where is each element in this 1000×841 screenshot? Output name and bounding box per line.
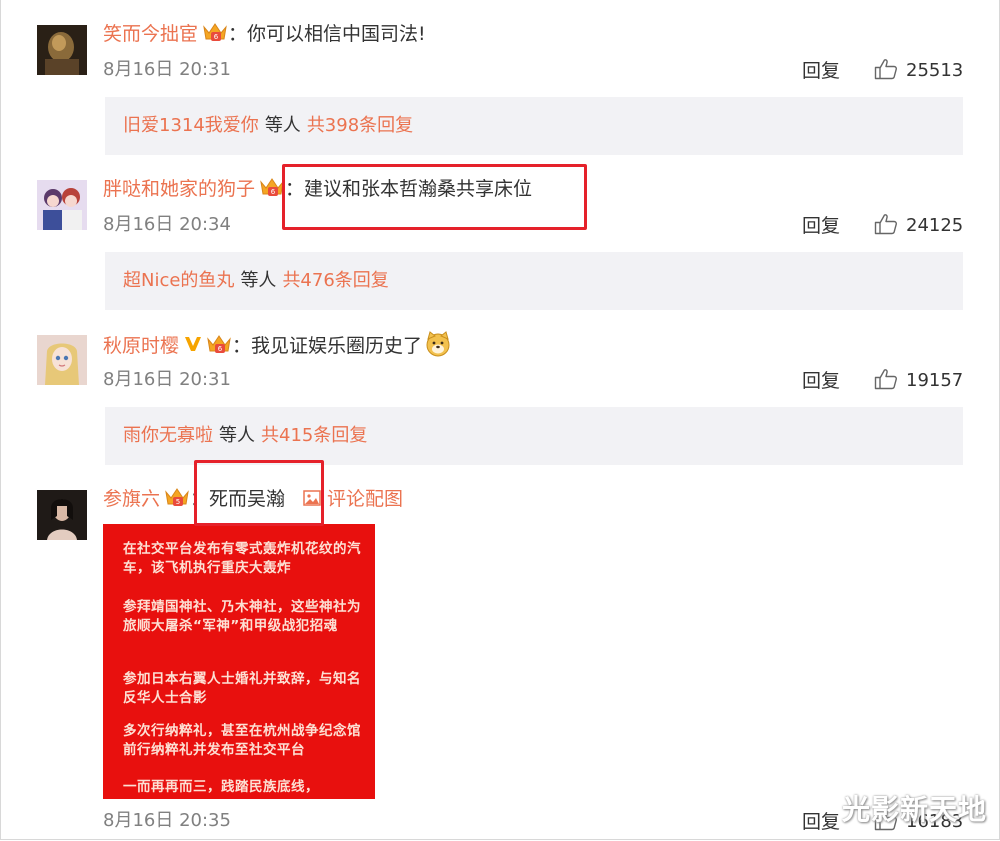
comment-picture-label: 评论配图 (327, 488, 404, 510)
username-link[interactable]: 参旗六 (103, 488, 160, 510)
like-button[interactable]: 24125 (874, 213, 963, 239)
image-text-line: 多次行纳粹礼，甚至在杭州战争纪念馆前行纳粹礼并发布至社交平台 (123, 723, 361, 758)
highlight-box (282, 164, 587, 230)
crown-badge-icon: 5 (164, 486, 190, 508)
reply-summary-user[interactable]: 雨你无寡啦 (123, 425, 213, 446)
image-text-line: 在社交平台发布有零式轰炸机花纹的汽车，该飞机执行重庆大轰炸 (123, 541, 361, 576)
like-count: 19157 (906, 370, 964, 391)
reply-summary[interactable]: 超Nice的鱼丸 等人 共476条回复 (105, 252, 963, 310)
avatar[interactable] (37, 25, 87, 75)
like-count: 25513 (906, 60, 964, 81)
reply-summary-mid: 等人 (240, 270, 277, 291)
colon-separator: ： (228, 23, 248, 45)
reply-summary-user[interactable]: 超Nice的鱼丸 (123, 270, 234, 291)
image-text-line: 参加日本右翼人士婚礼并致辞，与知名反华人士合影 (123, 671, 361, 706)
avatar[interactable] (37, 335, 87, 385)
reply-summary-count[interactable]: 共476条回复 (282, 270, 388, 291)
reply-summary-mid: 等人 (264, 115, 301, 136)
thumbs-up-icon (874, 368, 898, 390)
colon-separator: ： (232, 335, 252, 357)
verified-v-icon (184, 334, 202, 354)
like-button[interactable]: 25513 (874, 58, 963, 84)
crown-badge-icon: 6 (202, 21, 228, 43)
comment-time: 8月16日 20:35 (103, 810, 231, 831)
comment-text: 你可以相信中国司法! (247, 23, 426, 45)
username-link[interactable]: 胖哒和她家的狗子 (103, 178, 255, 200)
svg-text:6: 6 (214, 33, 219, 41)
reply-button[interactable]: 回复 (802, 368, 840, 394)
like-button[interactable]: 19157 (874, 368, 963, 394)
reply-summary[interactable]: 旧爱1314我爱你 等人 共398条回复 (105, 97, 963, 155)
svg-text:6: 6 (271, 188, 276, 196)
svg-text:5: 5 (176, 498, 180, 506)
comment-time: 8月16日 20:34 (103, 214, 231, 235)
comment-text: 我见证娱乐圈历史了 (251, 335, 423, 357)
reply-summary-count[interactable]: 共415条回复 (261, 425, 367, 446)
reply-summary-mid: 等人 (219, 425, 255, 446)
reply-button[interactable]: 回复 (802, 58, 840, 84)
like-count: 24125 (906, 215, 964, 236)
reply-summary-count[interactable]: 共398条回复 (307, 115, 413, 136)
username-link[interactable]: 笑而今拙宦 (103, 23, 198, 45)
thumbs-up-icon (874, 213, 898, 235)
thumbs-up-icon (874, 58, 898, 80)
reply-button[interactable]: 回复 (802, 809, 840, 835)
reply-summary-user[interactable]: 旧爱1314我爱你 (123, 115, 259, 136)
comment-picture[interactable]: 在社交平台发布有零式轰炸机花纹的汽车，该飞机执行重庆大轰炸 参拜靖国神社、乃木神… (103, 524, 375, 799)
comment-time: 8月16日 20:31 (103, 369, 231, 390)
image-text-line: 一而再再而三，践踏民族底线， (123, 779, 319, 795)
comment-header: 笑而今拙宦 6 ：你可以相信中国司法! (103, 20, 426, 48)
highlight-box (194, 460, 324, 526)
watermark: 光影新天地 (842, 793, 988, 826)
crown-badge-icon: 6 (206, 333, 232, 355)
username-link[interactable]: 秋原时樱 (103, 335, 179, 357)
svg-text:6: 6 (218, 345, 223, 353)
comment-header: 秋原时樱 6 ：我见证娱乐圈历史了 (103, 330, 452, 358)
reply-summary[interactable]: 雨你无寡啦 等人 共415条回复 (105, 407, 963, 465)
image-text-line: 参拜靖国神社、乃木神社，这些神社为旅顺大屠杀“军神”和甲级战犯招魂 (123, 599, 361, 634)
avatar[interactable] (37, 180, 87, 230)
dog-emoji-icon (424, 330, 452, 358)
reply-button[interactable]: 回复 (802, 213, 840, 239)
avatar[interactable] (37, 490, 87, 540)
comment-time: 8月16日 20:31 (103, 59, 231, 80)
